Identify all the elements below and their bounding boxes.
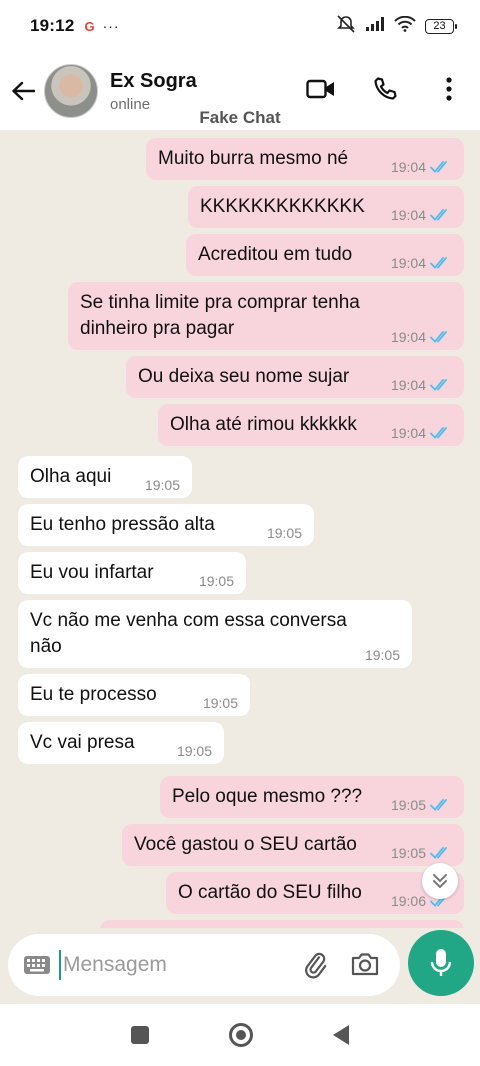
double-check-icon xyxy=(430,257,447,269)
status-bar: 19:12 G ··· 23 xyxy=(0,0,480,52)
kebab-menu-icon[interactable] xyxy=(432,72,466,106)
mute-icon xyxy=(336,14,356,38)
mic-button[interactable] xyxy=(408,930,474,996)
message-bubble-incoming[interactable]: Eu vou infartar 19:05 xyxy=(18,552,246,594)
message-text: Vc não me venha com essa conversa não xyxy=(30,610,347,657)
message-time: 19:05 xyxy=(202,695,238,711)
message-time: 19:04 xyxy=(390,425,426,441)
message-text: Vc vai presa xyxy=(30,732,135,753)
message-text: Olha aqui xyxy=(30,466,112,487)
message-time: 19:06 xyxy=(390,893,426,909)
message-text: Se tinha limite pra comprar tenha dinhei… xyxy=(80,292,360,339)
message-text: Olha até rimou kkkkkk xyxy=(170,414,357,435)
message-bubble-outgoing[interactable]: Se tinha limite pra comprar tenha dinhei… xyxy=(68,282,464,350)
message-text: KKKKKKKKKKKKK xyxy=(200,196,365,217)
message-time: 19:05 xyxy=(364,647,400,663)
message-text: O cartão do SEU filho xyxy=(178,882,362,903)
message-text: Ou deixa seu nome sujar xyxy=(138,366,350,387)
message-text: Pelo oque mesmo ??? xyxy=(172,786,363,807)
message-text: Eu te processo xyxy=(30,684,157,705)
chevron-double-down-icon[interactable] xyxy=(422,863,458,899)
keyboard-icon[interactable] xyxy=(22,954,52,976)
attach-icon[interactable] xyxy=(300,950,330,985)
message-bubble-outgoing[interactable]: O cartão do SEU filho 19:06 xyxy=(166,872,464,914)
message-bubble-incoming[interactable]: Eu te processo 19:05 xyxy=(18,674,250,716)
message-bubble-outgoing-partial[interactable] xyxy=(100,920,464,928)
message-text: Eu vou infartar xyxy=(30,562,154,583)
message-bubble-outgoing[interactable]: Acreditou em tudo 19:04 xyxy=(186,234,464,276)
message-text: Muito burra mesmo né xyxy=(158,148,349,169)
double-check-icon xyxy=(430,379,447,391)
double-check-icon xyxy=(430,209,447,221)
double-check-icon xyxy=(430,331,447,343)
wifi-icon xyxy=(394,15,416,37)
message-bubble-outgoing[interactable]: Muito burra mesmo né 19:04 xyxy=(146,138,464,180)
message-bubble-incoming[interactable]: Eu tenho pressão alta 19:05 xyxy=(18,504,314,546)
camera-icon[interactable] xyxy=(350,950,380,983)
double-check-icon xyxy=(430,799,447,811)
message-time: 19:04 xyxy=(390,207,426,223)
home-icon[interactable] xyxy=(229,1023,253,1047)
message-text: Eu tenho pressão alta xyxy=(30,514,215,535)
message-time: 19:05 xyxy=(390,797,426,813)
message-bubble-incoming[interactable]: Vc não me venha com essa conversa não 19… xyxy=(18,600,412,668)
double-check-icon xyxy=(430,847,447,859)
recents-icon[interactable] xyxy=(131,1026,149,1044)
double-check-icon xyxy=(430,427,447,439)
message-text: Acreditou em tudo xyxy=(198,244,353,265)
mic-icon xyxy=(430,949,452,976)
message-time: 19:04 xyxy=(390,255,426,271)
back-nav-icon[interactable] xyxy=(333,1025,349,1045)
battery-icon: 23 xyxy=(425,18,457,34)
message-bubble-outgoing[interactable]: Olha até rimou kkkkkk 19:04 xyxy=(158,404,464,446)
message-time: 19:05 xyxy=(390,845,426,861)
message-bubble-outgoing[interactable]: KKKKKKKKKKKKK 19:04 xyxy=(188,186,464,228)
message-composer xyxy=(8,934,400,996)
message-bubble-incoming[interactable]: Olha aqui 19:05 xyxy=(18,456,192,498)
message-list[interactable]: Muito burra mesmo né 19:04 KKKKKKKKKKKKK… xyxy=(0,130,480,928)
message-input[interactable] xyxy=(63,953,273,977)
more-notifications-icon: ··· xyxy=(102,18,120,34)
message-bubble-outgoing[interactable]: Ou deixa seu nome sujar 19:04 xyxy=(126,356,464,398)
video-call-icon[interactable] xyxy=(304,72,338,106)
signal-icon xyxy=(365,16,385,37)
message-time: 19:04 xyxy=(390,377,426,393)
message-text: Você gastou o SEU cartão xyxy=(134,834,357,855)
phone-icon[interactable] xyxy=(368,72,402,106)
contact-info[interactable]: Ex Sogra online xyxy=(110,70,197,113)
back-arrow-icon[interactable] xyxy=(8,71,38,111)
status-time: 19:12 xyxy=(30,16,75,35)
watermark-text: Fake Chat xyxy=(199,108,281,127)
message-time: 19:04 xyxy=(390,329,426,345)
message-bubble-incoming[interactable]: Vc vai presa 19:05 xyxy=(18,722,224,764)
text-caret xyxy=(59,950,61,980)
message-time: 19:05 xyxy=(176,743,212,759)
message-bubble-outgoing[interactable]: Pelo oque mesmo ??? 19:05 xyxy=(160,776,464,818)
message-time: 19:04 xyxy=(390,159,426,175)
double-check-icon xyxy=(430,161,447,173)
message-time: 19:05 xyxy=(198,573,234,589)
google-icon: G xyxy=(84,18,95,34)
message-bubble-outgoing[interactable]: Você gastou o SEU cartão 19:05 xyxy=(122,824,464,866)
message-time: 19:05 xyxy=(144,477,180,493)
contact-name: Ex Sogra xyxy=(110,69,197,92)
message-time: 19:05 xyxy=(266,525,302,541)
system-nav-bar xyxy=(0,1004,480,1066)
